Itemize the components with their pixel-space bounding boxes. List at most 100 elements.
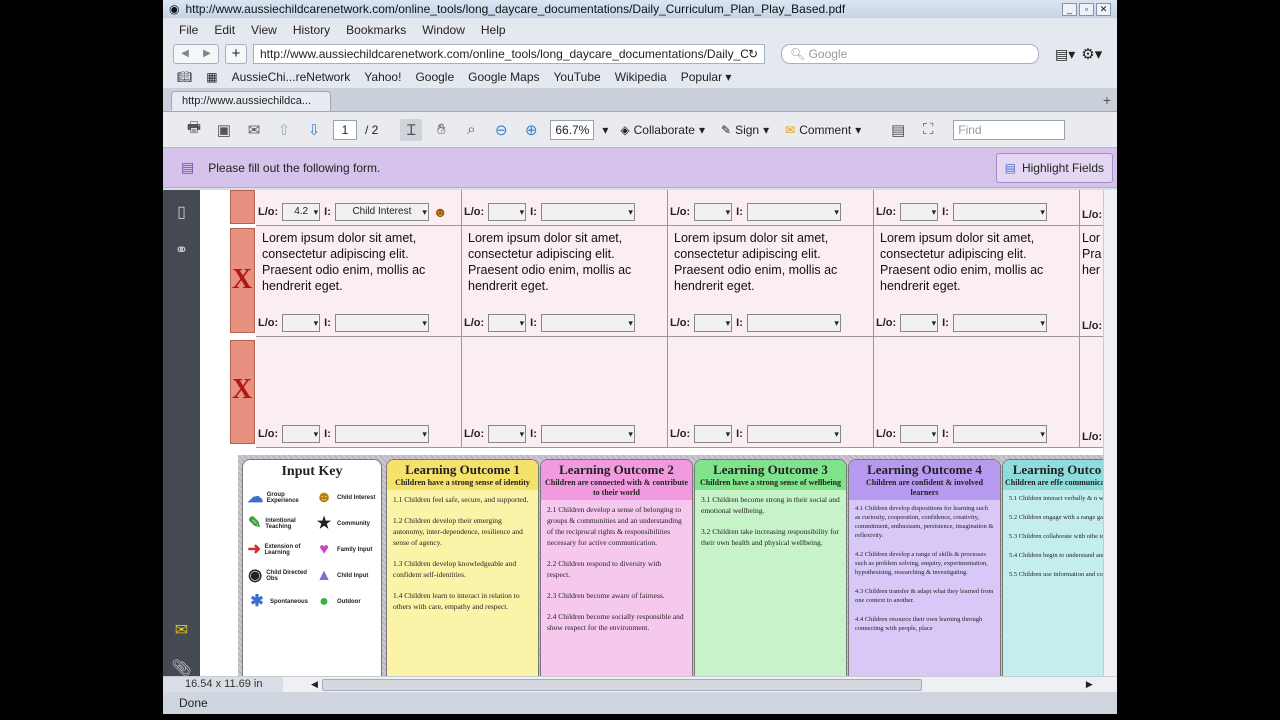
bookmark-google[interactable]: Google bbox=[415, 70, 454, 84]
interest-dropdown[interactable] bbox=[540, 314, 635, 332]
bookmark-popular[interactable]: Popular ▾ bbox=[681, 70, 732, 84]
horizontal-scrollbar[interactable]: 16.54 x 11.69 in ◀ ▶ bbox=[163, 676, 1117, 693]
highlight-fields-button[interactable]: ▤ Highlight Fields bbox=[995, 152, 1113, 183]
gear-icon[interactable]: ⚙▾ bbox=[1081, 45, 1102, 63]
select-tool-icon[interactable]: Ɪ bbox=[400, 118, 423, 141]
next-page-icon[interactable]: ⇩ bbox=[303, 119, 325, 141]
lo-dropdown[interactable] bbox=[900, 425, 939, 443]
vertical-scrollbar[interactable] bbox=[1103, 190, 1117, 678]
bookmark-yahoo[interactable]: Yahoo! bbox=[364, 70, 401, 84]
scroll-thumb[interactable] bbox=[321, 678, 922, 691]
forward-button[interactable]: ▶ bbox=[196, 45, 218, 63]
outcome-item: 5.5 Children use information and communi… bbox=[1009, 571, 1103, 578]
highlight-fields-label: Highlight Fields bbox=[1021, 160, 1104, 175]
menu-edit[interactable]: Edit bbox=[214, 23, 235, 37]
menu-window[interactable]: Window bbox=[422, 23, 465, 37]
lo-dropdown[interactable] bbox=[488, 203, 527, 221]
comments-panel-icon[interactable]: ✉ bbox=[175, 620, 188, 640]
comment-button[interactable]: ✉ Comment ▾ bbox=[781, 123, 865, 137]
pdf-page: X X L/o:4.2I:Child Interest☻ L/o:I: L/o:… bbox=[200, 190, 1103, 678]
lo-dropdown[interactable] bbox=[282, 425, 321, 443]
plan-cell: L/o: I: bbox=[874, 190, 1080, 226]
save-icon[interactable]: ▣ bbox=[213, 119, 235, 141]
reading-list-icon[interactable]: 📖︎ bbox=[177, 70, 192, 84]
attachment-clip-icon[interactable]: 📎︎ bbox=[171, 658, 191, 678]
form-icon: ▤ bbox=[181, 159, 195, 175]
interest-dropdown[interactable] bbox=[952, 203, 1047, 221]
sign-button[interactable]: ✎ Sign ▾ bbox=[717, 123, 773, 137]
outcome-header: Learning Outco Children are effe communic… bbox=[1003, 460, 1103, 490]
bookmark-aussie[interactable]: AussieChi...reNetwork bbox=[232, 70, 351, 84]
learning-outcome-3: Learning Outcome 3 Children have a strong… bbox=[694, 459, 847, 678]
find-input[interactable]: Find bbox=[953, 119, 1066, 140]
interest-dropdown[interactable] bbox=[746, 425, 841, 443]
interest-dropdown[interactable] bbox=[540, 425, 635, 443]
activity-text[interactable]: Lorem ipsum dolor sit amet, consectetur a… bbox=[462, 226, 667, 298]
marquee-zoom-icon[interactable]: ⌕ bbox=[460, 119, 482, 141]
zoom-input[interactable]: 66.7% bbox=[550, 119, 595, 140]
tab-pdf[interactable]: http://www.aussiechildca... bbox=[171, 91, 331, 111]
interest-dropdown[interactable] bbox=[746, 203, 841, 221]
fullscreen-icon[interactable]: ⛶ bbox=[917, 119, 939, 141]
interest-dropdown[interactable] bbox=[746, 314, 841, 332]
menu-view[interactable]: View bbox=[251, 23, 277, 37]
outcome-subtitle: Children are effe communicator bbox=[1005, 478, 1103, 487]
address-bar[interactable]: http://www.aussiechildcarenetwork.com/on… bbox=[253, 44, 765, 64]
lo-dropdown[interactable] bbox=[694, 314, 733, 332]
maximize-button[interactable]: ▫ bbox=[1079, 2, 1094, 16]
print-icon[interactable]: 🖶 bbox=[183, 119, 205, 141]
email-icon[interactable]: ✉ bbox=[243, 119, 265, 141]
interest-dropdown[interactable] bbox=[952, 314, 1047, 332]
lo-dropdown[interactable] bbox=[282, 314, 321, 332]
plan-cell: Lorem ipsum dolor sit amet, consectetur a… bbox=[256, 226, 462, 337]
lo-dropdown[interactable] bbox=[694, 203, 733, 221]
lo-dropdown[interactable]: 4.2 bbox=[282, 203, 321, 221]
add-tab-icon[interactable]: + bbox=[1103, 92, 1111, 108]
lo-dropdown[interactable] bbox=[488, 314, 527, 332]
page-number-input[interactable]: 1 bbox=[333, 119, 357, 140]
activity-text[interactable]: Lorem ipsum dolor sit amet, consectetur a… bbox=[256, 226, 461, 298]
menu-history[interactable]: History bbox=[293, 23, 330, 37]
interest-dropdown[interactable] bbox=[334, 314, 429, 332]
new-tab-button[interactable]: + bbox=[225, 44, 247, 64]
zoom-in-icon[interactable]: ⊕ bbox=[520, 119, 542, 141]
close-button[interactable]: ✕ bbox=[1096, 2, 1111, 16]
child-input-triangle-icon: ▲ bbox=[316, 567, 332, 584]
i-label: I: bbox=[324, 317, 331, 329]
top-sites-icon[interactable]: ▦ bbox=[206, 70, 217, 84]
bookmark-wikipedia[interactable]: Wikipedia bbox=[615, 70, 667, 84]
activity-text[interactable]: Lorem ipsum dolor sit amet, consectetur a… bbox=[668, 226, 873, 298]
scroll-right-icon[interactable]: ▶ bbox=[1086, 679, 1093, 690]
zoom-out-icon[interactable]: ⊖ bbox=[490, 119, 512, 141]
page-menu-icon[interactable]: ▤▾ bbox=[1055, 46, 1075, 63]
minimize-button[interactable]: _ bbox=[1062, 2, 1077, 16]
hand-tool-icon[interactable]: ✋︎ bbox=[430, 119, 452, 141]
lo-dropdown[interactable] bbox=[694, 425, 733, 443]
activity-text[interactable]: Lorem ipsum dolor sit amet, consectetur a… bbox=[874, 226, 1079, 298]
address-text: http://www.aussiechildcarenetwork.com/on… bbox=[260, 47, 748, 61]
interest-dropdown[interactable] bbox=[334, 425, 429, 443]
prev-page-icon[interactable]: ⇧ bbox=[273, 119, 295, 141]
scroll-left-icon[interactable]: ◀ bbox=[311, 679, 318, 690]
search-field[interactable]: 🔍︎ Google bbox=[781, 44, 1039, 64]
pages-panel-icon[interactable]: ▯ bbox=[177, 202, 186, 222]
bookmark-google-maps[interactable]: Google Maps bbox=[468, 70, 539, 84]
read-mode-icon[interactable]: ▤ bbox=[887, 119, 909, 141]
back-button[interactable]: ◀ bbox=[174, 45, 196, 63]
interest-dropdown[interactable] bbox=[952, 425, 1047, 443]
menu-bookmarks[interactable]: Bookmarks bbox=[346, 23, 406, 37]
bookmark-youtube[interactable]: YouTube bbox=[554, 70, 601, 84]
lo-dropdown[interactable] bbox=[900, 314, 939, 332]
reload-icon[interactable]: ↻ bbox=[748, 47, 758, 61]
menu-help[interactable]: Help bbox=[481, 23, 506, 37]
zoom-dropdown-icon[interactable]: ▾ bbox=[602, 123, 608, 137]
menu-file[interactable]: File bbox=[179, 23, 198, 37]
lo-dropdown[interactable] bbox=[488, 425, 527, 443]
text-line: hendrerit eget. bbox=[674, 279, 755, 293]
lo-dropdown[interactable] bbox=[900, 203, 939, 221]
collaborate-button[interactable]: ◈ Collaborate ▾ bbox=[616, 123, 709, 137]
interest-dropdown[interactable] bbox=[540, 203, 635, 221]
attachments-panel-icon[interactable]: ⚭ bbox=[175, 240, 188, 260]
page-total: / 2 bbox=[365, 122, 379, 137]
interest-dropdown[interactable]: Child Interest bbox=[334, 203, 429, 221]
